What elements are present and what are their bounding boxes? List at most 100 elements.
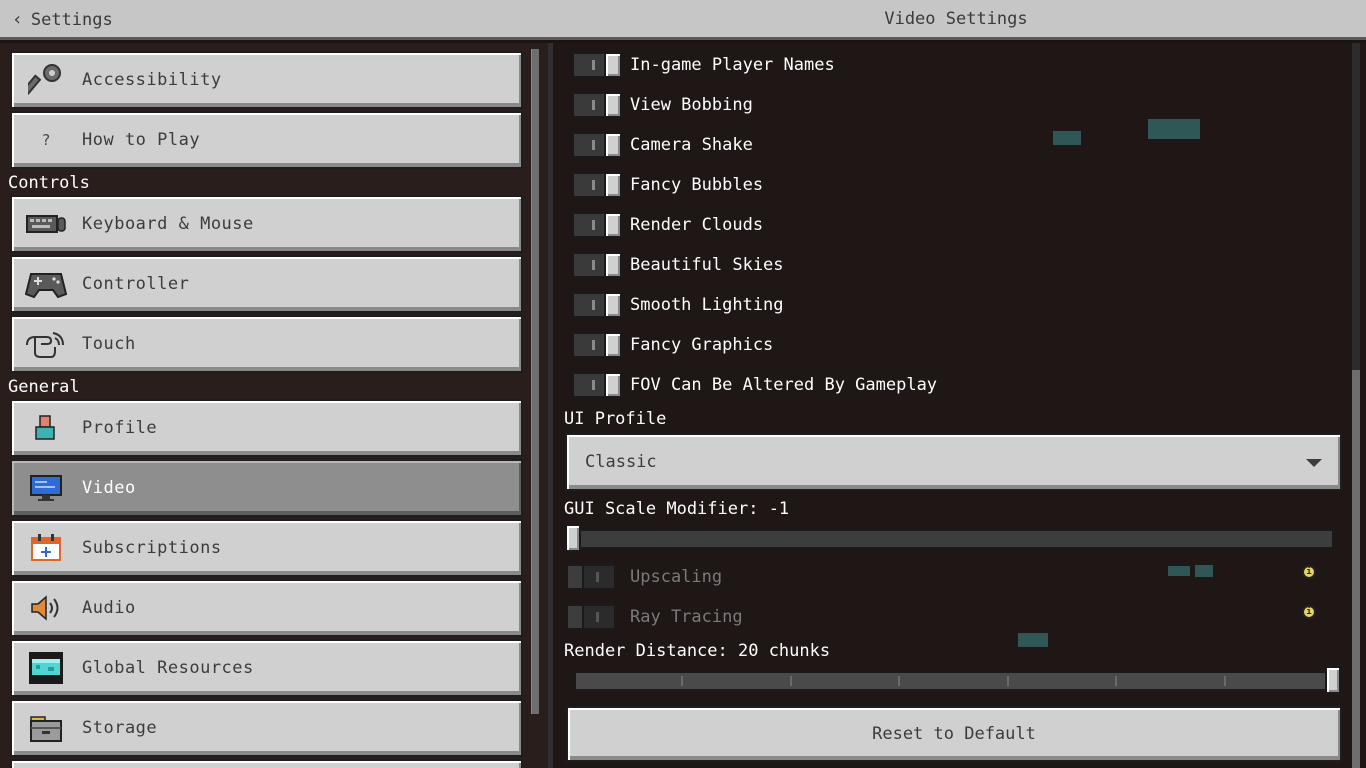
toggle-notch (592, 220, 595, 230)
toggle-knob (604, 132, 622, 158)
sidebar-item-touch[interactable]: Touch (10, 315, 523, 373)
toggle-camera-shake[interactable]: Camera Shake (572, 130, 753, 160)
toggle-knob (604, 172, 622, 198)
toggle-label: Camera Shake (630, 135, 753, 155)
resource-pack-icon (24, 648, 68, 688)
sidebar-item-audio[interactable]: Audio (10, 579, 523, 637)
calendar-plus-icon (24, 528, 68, 568)
slider-tick (790, 676, 792, 686)
toggle-view-bobbing[interactable]: View Bobbing (572, 90, 753, 120)
info-icon[interactable]: i (1302, 565, 1316, 579)
toggle-label: Fancy Graphics (630, 335, 774, 355)
slider-tick (898, 676, 900, 686)
sidebar-item-keyboard-mouse[interactable]: Keyboard & Mouse (10, 195, 523, 253)
toggle-notch (596, 612, 599, 622)
toggle-switch[interactable] (572, 212, 622, 238)
dropdown-value: Classic (585, 452, 657, 472)
sidebar-item-label: Storage (82, 718, 158, 738)
toggle-label: Beautiful Skies (630, 255, 784, 275)
toggle-label: Upscaling (630, 567, 723, 587)
toggle-knob (566, 564, 584, 590)
chevron-down-icon (1306, 459, 1322, 467)
toggle-switch (566, 564, 616, 590)
gui-scale-slider-handle[interactable] (565, 524, 581, 552)
toggle-notch (592, 260, 595, 270)
chevron-left-icon: ‹ (12, 9, 23, 30)
toggle-switch[interactable] (572, 292, 622, 318)
slider-tick (1007, 676, 1009, 686)
toggle-smooth-lighting[interactable]: Smooth Lighting (572, 290, 784, 320)
render-distance-label: Render Distance: 20 chunks (564, 641, 831, 661)
background-speck (1195, 565, 1213, 577)
sidebar-scrollbar-thumb[interactable] (531, 49, 539, 714)
sidebar-item-storage[interactable]: Storage (10, 699, 523, 757)
sidebar-item-video[interactable]: Video (10, 459, 523, 517)
toggle-in-game-player-names[interactable]: In-game Player Names (572, 50, 835, 80)
toggle-notch (592, 140, 595, 150)
page-title: Video Settings (884, 9, 1028, 29)
toggle-switch[interactable] (572, 252, 622, 278)
sidebar-item-profile[interactable]: Profile (10, 399, 523, 457)
storage-box-icon (24, 708, 68, 748)
sidebar-item-label: Profile (82, 418, 158, 438)
toggle-notch (596, 572, 599, 582)
toggle-ray-tracing: Ray Tracing (566, 602, 743, 632)
toggle-notch (592, 380, 595, 390)
toggle-switch[interactable] (572, 52, 622, 78)
toggle-knob (604, 92, 622, 118)
toggle-label: Ray Tracing (630, 607, 743, 627)
keyboard-icon (24, 204, 68, 244)
sidebar-item-accessibility[interactable]: Accessibility (10, 51, 523, 109)
gui-scale-slider-track[interactable] (566, 529, 1334, 549)
hand-icon (24, 324, 68, 364)
header-bar: ‹ Settings Video Settings (0, 0, 1366, 40)
toggle-switch[interactable] (572, 172, 622, 198)
sidebar-item-subscriptions[interactable]: Subscriptions (10, 519, 523, 577)
sidebar-item-label: Audio (82, 598, 136, 618)
toggle-switch[interactable] (572, 92, 622, 118)
sidebar-item-more[interactable] (10, 759, 523, 768)
toggle-switch[interactable] (572, 372, 622, 398)
toggle-knob (604, 52, 622, 78)
background-speck (1053, 131, 1081, 145)
render-distance-slider-handle[interactable] (1325, 666, 1341, 694)
sidebar-item-label: Subscriptions (82, 538, 222, 558)
toggle-label: View Bobbing (630, 95, 753, 115)
sidebar-item-label: How to Play (82, 130, 201, 150)
key-icon (24, 60, 68, 100)
toggle-notch (592, 60, 595, 70)
toggle-notch (592, 180, 595, 190)
gamepad-icon (24, 264, 68, 304)
toggle-fov-altered-by-gameplay[interactable]: FOV Can Be Altered By Gameplay (572, 370, 937, 400)
back-button[interactable]: ‹ Settings (12, 9, 113, 31)
gui-scale-label: GUI Scale Modifier: -1 (564, 499, 790, 519)
toggle-fancy-graphics[interactable]: Fancy Graphics (572, 330, 773, 360)
sidebar-item-how-to-play[interactable]: ? How to Play (10, 111, 523, 169)
toggle-render-clouds[interactable]: Render Clouds (572, 210, 763, 240)
section-label-controls: Controls (8, 173, 90, 193)
toggle-switch[interactable] (572, 132, 622, 158)
toggle-beautiful-skies[interactable]: Beautiful Skies (572, 250, 784, 280)
background-speck (1148, 119, 1200, 139)
slider-tick (681, 676, 683, 686)
toggle-knob (604, 292, 622, 318)
toggle-knob (604, 212, 622, 238)
sidebar-item-controller[interactable]: Controller (10, 255, 523, 313)
back-label: Settings (30, 10, 113, 30)
toggle-label: Smooth Lighting (630, 295, 784, 315)
toggle-fancy-bubbles[interactable]: Fancy Bubbles (572, 170, 763, 200)
toggle-label: Fancy Bubbles (630, 175, 764, 195)
ui-profile-dropdown[interactable]: Classic (565, 433, 1342, 491)
reset-to-default-button[interactable]: Reset to Default (566, 706, 1342, 762)
profile-icon (24, 408, 68, 448)
toggle-switch[interactable] (572, 332, 622, 358)
toggle-knob (604, 332, 622, 358)
toggle-knob (604, 372, 622, 398)
background-speck (1168, 566, 1190, 576)
toggle-label: In-game Player Names (630, 55, 835, 75)
info-icon[interactable]: i (1302, 605, 1316, 619)
sidebar-item-global-resources[interactable]: Global Resources (10, 639, 523, 697)
toggle-notch (592, 300, 595, 310)
settings-scrollbar-thumb[interactable] (1352, 370, 1360, 768)
toggle-notch (592, 340, 595, 350)
